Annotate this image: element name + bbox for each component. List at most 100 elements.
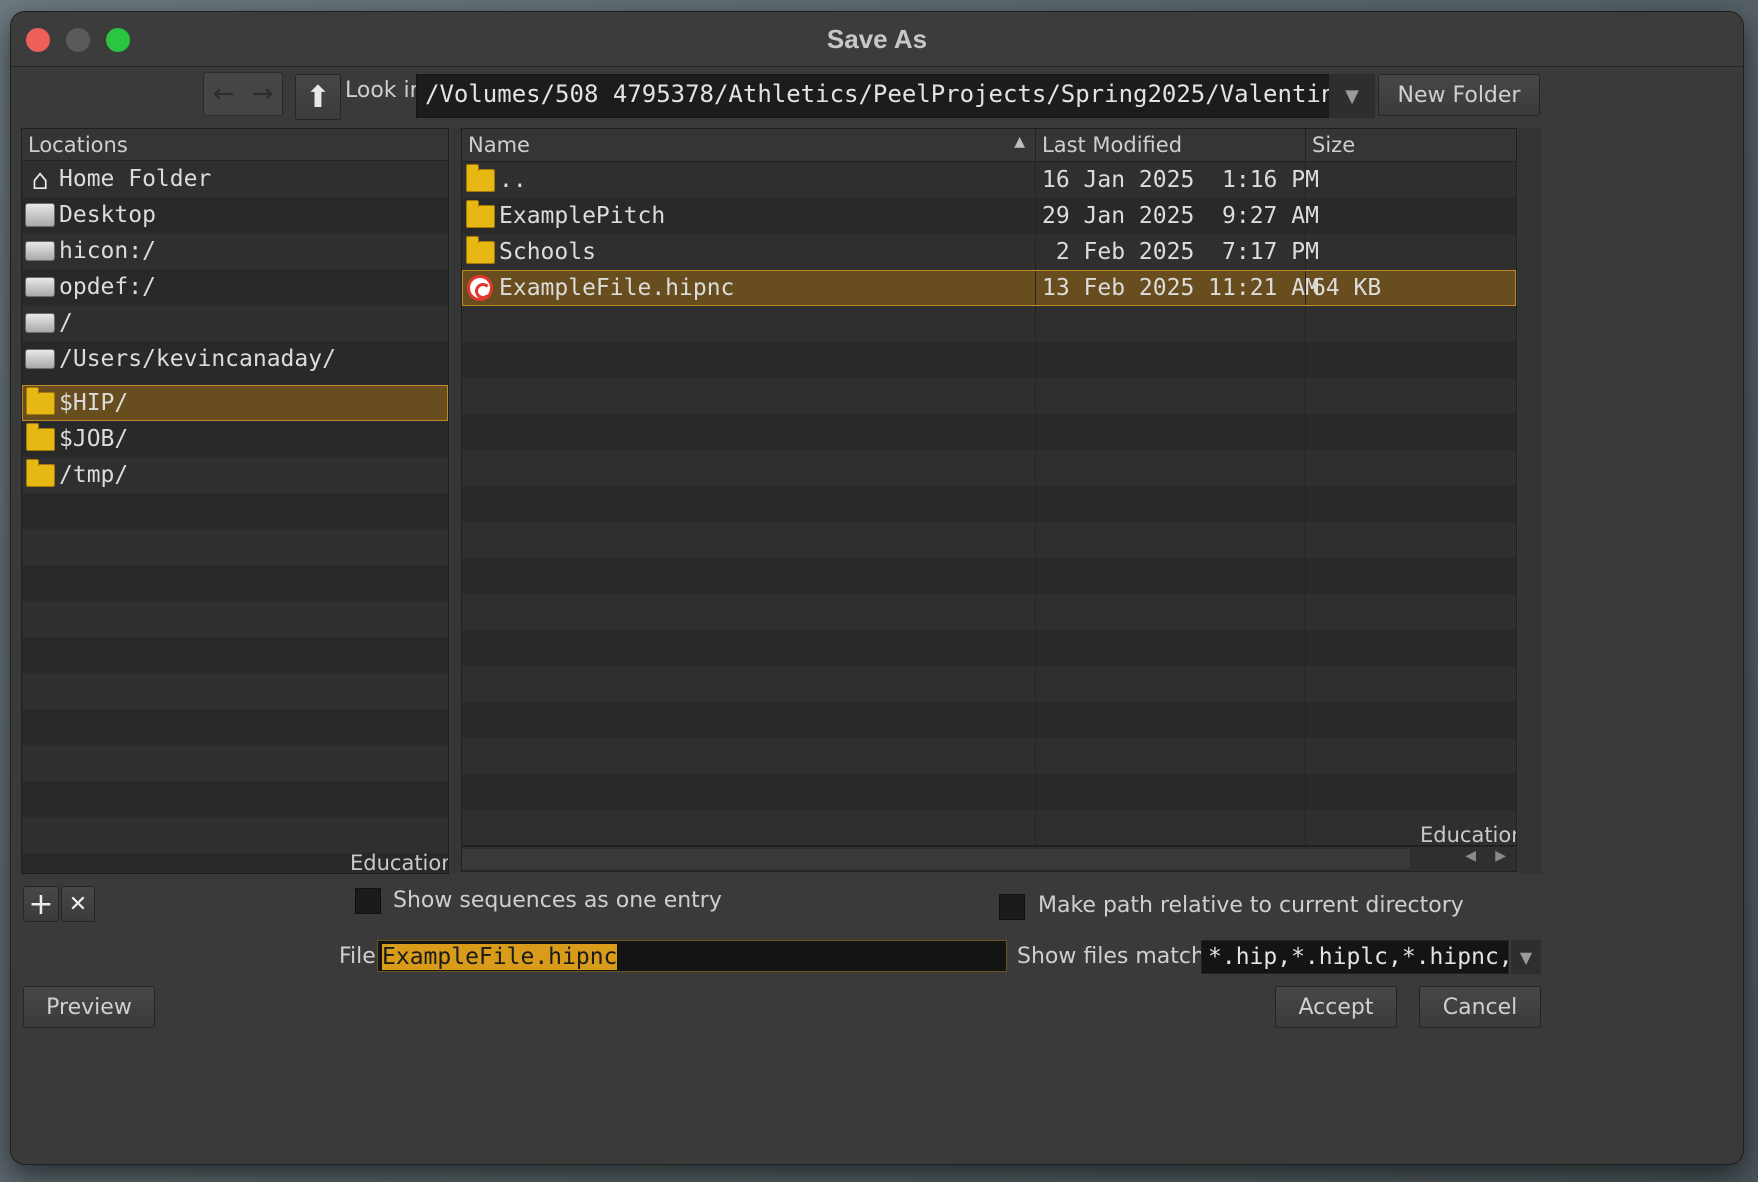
look-in-path-field[interactable]: /Volumes/508 4795378/Athletics/PeelProje…	[416, 74, 1331, 118]
file-modified: 2 Feb 2025 7:17 PM	[1036, 234, 1319, 270]
file-list-header: Name ▲ Last Modified Size	[462, 129, 1516, 162]
file-empty-row	[462, 414, 1516, 450]
location-item[interactable]: $JOB/	[22, 421, 448, 457]
window-title: Save As	[826, 24, 928, 54]
file-name: Schools	[499, 239, 596, 265]
location-item[interactable]: ⌂ Home Folder	[22, 161, 448, 197]
file-empty-row	[462, 378, 1516, 414]
file-empty-row	[462, 738, 1516, 774]
vertical-scrollbar[interactable]	[1518, 128, 1542, 874]
file-list-panel: Name ▲ Last Modified Size .. 16 Jan 2025 …	[461, 128, 1517, 846]
column-last-modified[interactable]: Last Modified	[1036, 129, 1306, 161]
location-label: /	[59, 310, 73, 336]
file-empty-row	[462, 774, 1516, 810]
filter-dropdown-chevron-icon[interactable]: ▼	[1511, 940, 1541, 974]
file-name: ExampleFile.hipnc	[499, 275, 735, 301]
close-icon: ✕	[68, 891, 88, 917]
file-empty-row	[462, 342, 1516, 378]
bookmarks-list: $HIP/ $JOB/ /tmp/	[22, 385, 448, 493]
file-name-cell: Schools	[462, 234, 1036, 270]
accept-button[interactable]: Accept	[1275, 986, 1397, 1028]
file-name-input[interactable]: ExampleFile.hipnc	[377, 940, 1007, 972]
location-empty-row	[22, 817, 448, 853]
preview-button[interactable]: Preview	[23, 986, 155, 1028]
locations-separator	[22, 377, 448, 385]
location-item[interactable]: /	[22, 305, 448, 341]
location-item[interactable]: hicon:/	[22, 233, 448, 269]
folder-icon	[465, 163, 495, 194]
sort-ascending-icon: ▲	[1014, 134, 1025, 150]
file-empty-row	[462, 702, 1516, 738]
locations-header: Locations	[22, 129, 448, 161]
locations-empty-rows	[22, 493, 448, 873]
parent-folder-button[interactable]: ⬆	[295, 74, 341, 120]
file-name-cell: ExamplePitch	[462, 198, 1036, 234]
scroll-right-arrow-icon[interactable]: ▶	[1495, 848, 1506, 864]
cancel-button[interactable]: Cancel	[1419, 986, 1541, 1028]
drive-icon	[25, 345, 55, 373]
file-filter-input[interactable]: *.hip,*.hiplc,*.hipnc,*.hi	[1201, 940, 1509, 974]
location-label: /Users/kevincanaday/	[59, 346, 336, 372]
file-empty-row	[462, 594, 1516, 630]
back-arrow-icon[interactable]: ←	[204, 73, 243, 115]
location-empty-row	[22, 493, 448, 529]
file-modified: 29 Jan 2025 9:27 AM	[1036, 198, 1319, 234]
folder-icon	[465, 235, 495, 266]
location-item[interactable]: opdef:/	[22, 269, 448, 305]
file-row[interactable]: ExampleFile.hipnc 13 Feb 2025 11:21 AM 64 …	[462, 270, 1516, 306]
horizontal-scroll-handle[interactable]	[462, 849, 1410, 869]
file-row[interactable]: .. 16 Jan 2025 1:16 PM	[462, 162, 1516, 198]
file-name-cell: ..	[462, 162, 1036, 198]
forward-arrow-icon[interactable]: →	[243, 73, 282, 115]
new-folder-button[interactable]: New Folder	[1378, 74, 1540, 116]
relative-path-checkbox[interactable]	[999, 894, 1025, 920]
file-name: ..	[499, 167, 527, 193]
locations-list: ⌂ Home Folder Desktop hicon:/ opdef:/ / /Users…	[22, 161, 448, 377]
location-item[interactable]: Desktop	[22, 197, 448, 233]
column-size[interactable]: Size	[1306, 129, 1516, 161]
location-empty-row	[22, 529, 448, 565]
history-nav: ← →	[203, 72, 283, 116]
file-empty-row	[462, 630, 1516, 666]
title-bar: Save As	[11, 12, 1743, 67]
file-row[interactable]: Schools 2 Feb 2025 7:17 PM	[462, 234, 1516, 270]
panel-splitter[interactable]	[451, 128, 461, 874]
location-label: opdef:/	[59, 274, 156, 300]
column-name[interactable]: Name ▲	[462, 129, 1036, 161]
locations-panel: Locations ⌂ Home Folder Desktop hicon:/ opde…	[21, 128, 449, 874]
location-item[interactable]: $HIP/	[22, 385, 448, 421]
remove-location-button[interactable]: ✕	[61, 886, 95, 922]
location-label: $JOB/	[59, 426, 129, 452]
horizontal-scrollbar[interactable]: ◀ ▶	[461, 846, 1517, 872]
file-empty-row	[462, 810, 1516, 845]
folder-icon	[25, 422, 55, 453]
column-name-label: Name	[468, 133, 530, 157]
location-empty-row	[22, 745, 448, 781]
location-empty-row	[22, 565, 448, 601]
location-item[interactable]: /Users/kevincanaday/	[22, 341, 448, 377]
scroll-left-arrow-icon[interactable]: ◀	[1465, 848, 1476, 864]
add-location-button[interactable]: +	[23, 886, 59, 922]
folder-icon	[25, 458, 55, 489]
file-size	[1306, 162, 1516, 198]
file-size: 64 KB	[1312, 275, 1382, 301]
file-modified: 13 Feb 2025 11:21 AM	[1036, 270, 1319, 306]
show-sequences-checkbox[interactable]	[355, 888, 381, 914]
location-label: Home Folder	[59, 166, 212, 192]
location-empty-row	[22, 781, 448, 817]
file-empty-row	[462, 666, 1516, 702]
home-icon: ⌂	[31, 162, 49, 196]
location-item[interactable]: /tmp/	[22, 457, 448, 493]
location-empty-row	[22, 637, 448, 673]
location-label: /tmp/	[59, 462, 129, 488]
plus-icon: +	[28, 886, 54, 922]
drive-icon	[25, 237, 55, 265]
drive-icon	[25, 309, 55, 337]
path-dropdown-chevron-icon[interactable]: ▼	[1329, 74, 1375, 118]
location-label: Desktop	[59, 202, 156, 228]
file-row[interactable]: ExamplePitch 29 Jan 2025 9:27 AM	[462, 198, 1516, 234]
file-empty-row	[462, 522, 1516, 558]
file-name-cell: ExampleFile.hipnc	[462, 270, 1036, 306]
file-name-selected-text: ExampleFile.hipnc	[382, 944, 618, 970]
file-size	[1306, 234, 1516, 270]
